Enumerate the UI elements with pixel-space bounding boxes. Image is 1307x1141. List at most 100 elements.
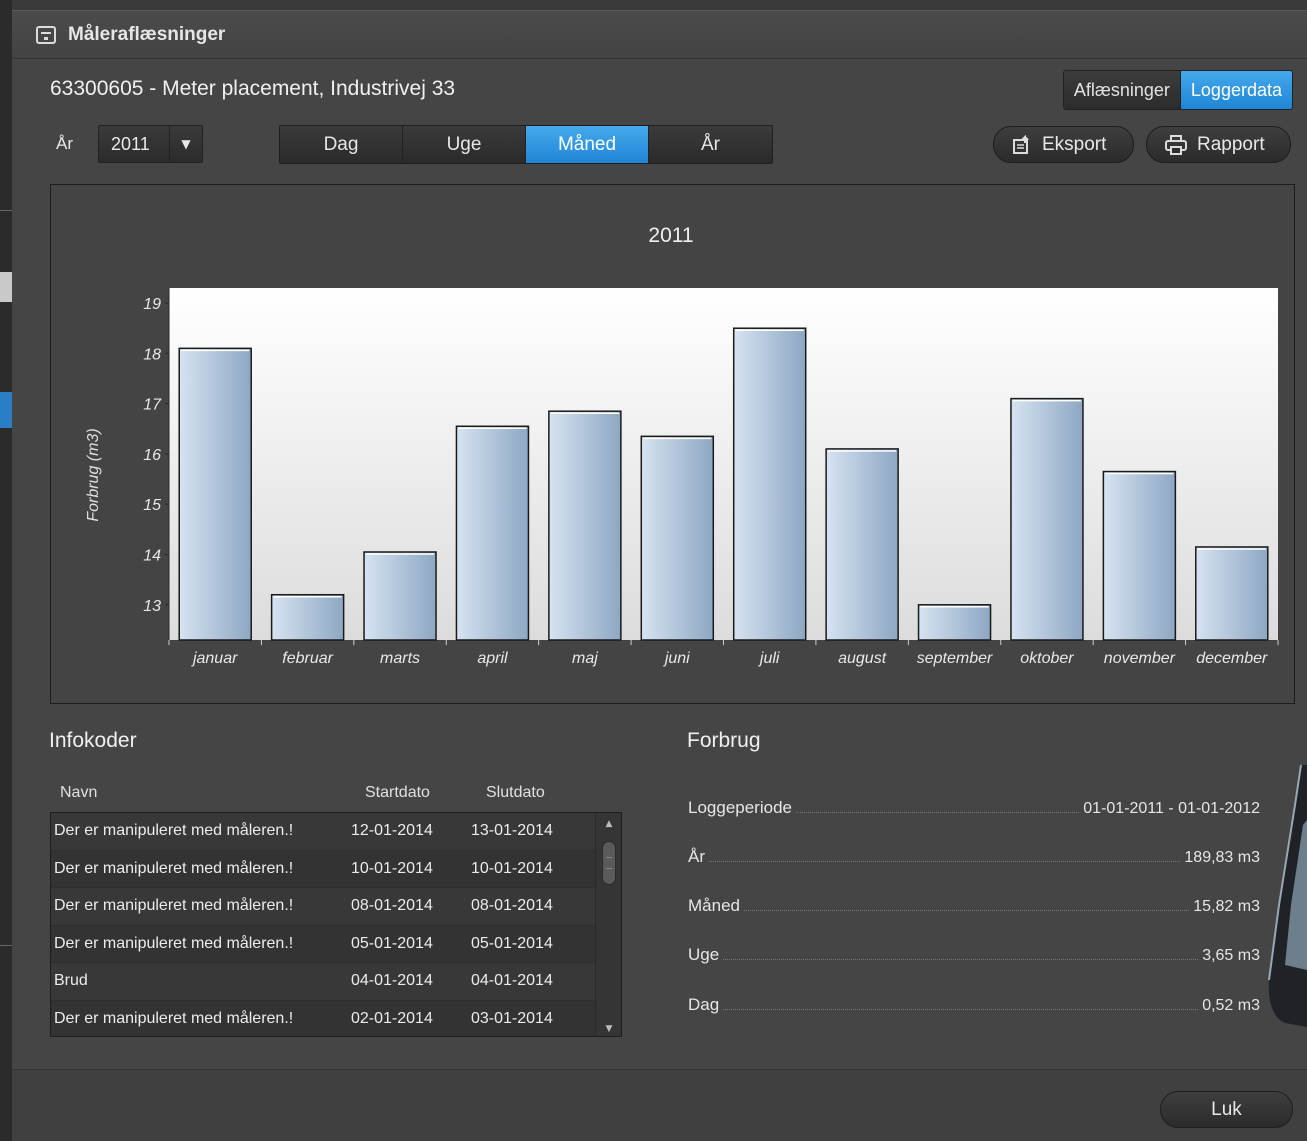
column-header-startdate[interactable]: Startdato [365, 784, 430, 802]
year-select-value: 2011 [111, 133, 150, 154]
cell-enddate: 03-01-2014 [471, 1009, 553, 1027]
table-scrollbar[interactable]: ▲ ▼ [595, 813, 621, 1036]
background-selected-item [0, 392, 12, 428]
background-item [0, 272, 12, 302]
forbrug-row-month: Måned 15,82 m3 [688, 890, 1260, 916]
forbrug-row-week: Uge 3,65 m3 [688, 939, 1260, 965]
tab-month[interactable]: Måned [526, 126, 649, 163]
forbrug-label: Dag [688, 995, 720, 1014]
column-header-enddate[interactable]: Slutdato [486, 784, 545, 802]
bar-april[interactable] [455, 425, 530, 641]
cell-name: Der er manipuleret med måleren.! [54, 934, 294, 952]
title-bar: Måleraflæsninger [12, 11, 1307, 59]
view-toggle: Aflæsninger Loggerdata [1062, 70, 1293, 110]
forbrug-row-year: År 189,83 m3 [688, 841, 1260, 867]
x-tick-label-marts: marts [380, 650, 420, 667]
table-row[interactable]: Der er manipuleret med måleren.! 08-01-2… [51, 888, 621, 926]
leader-dots [723, 959, 1199, 960]
leader-dots [743, 910, 1190, 911]
cell-startdate: 05-01-2014 [351, 934, 433, 952]
x-tick-label-november: november [1104, 650, 1176, 667]
cell-enddate: 05-01-2014 [471, 934, 553, 952]
forbrug-value: 0,52 m3 [1202, 997, 1260, 1014]
background-divider [0, 945, 12, 946]
infokoder-title: Infokoder [49, 729, 137, 752]
loggerdata-toggle-button[interactable]: Loggerdata [1180, 71, 1292, 109]
bar-oktober[interactable] [1010, 397, 1084, 641]
cell-startdate: 02-01-2014 [351, 1009, 433, 1027]
scrollbar-thumb[interactable] [602, 841, 616, 885]
chevron-down-icon[interactable]: ▼ [169, 126, 202, 162]
bar-august[interactable] [825, 448, 899, 641]
y-tick-label: 19 [143, 296, 161, 313]
readings-toggle-button[interactable]: Aflæsninger [1063, 71, 1181, 109]
table-row[interactable]: Brud 04-01-2014 04-01-2014 [51, 963, 621, 1001]
cell-name: Der er manipuleret med måleren.! [54, 897, 294, 915]
table-row[interactable]: Der er manipuleret med måleren.! 10-01-2… [51, 850, 621, 888]
tab-day[interactable]: Dag [280, 126, 403, 163]
table-row[interactable]: Der er manipuleret med måleren.! 12-01-2… [51, 813, 621, 851]
forbrug-label: Måned [688, 896, 740, 915]
x-tick-label-august: august [838, 650, 887, 667]
forbrug-label: Uge [688, 945, 720, 964]
year-label: År [56, 134, 73, 153]
printer-icon [1165, 134, 1187, 155]
period-tabs: Dag Uge Måned År [279, 125, 773, 164]
forbrug-row-logperiod: Loggeperiode 01-01-2011 - 01-01-2012 [688, 792, 1260, 818]
year-select[interactable]: 2011 ▼ [98, 125, 203, 163]
scroll-up-icon[interactable]: ▲ [596, 819, 621, 829]
y-tick-label: 15 [143, 497, 161, 514]
cell-enddate: 13-01-2014 [471, 822, 553, 840]
report-label: Rapport [1197, 133, 1265, 155]
cell-enddate: 04-01-2014 [471, 972, 553, 990]
meter-title: 63300605 - Meter placement, Industrivej … [50, 77, 456, 100]
table-row[interactable]: Der er manipuleret med måleren.! 02-01-2… [51, 1000, 621, 1036]
x-tick-label-april: april [477, 650, 508, 667]
column-header-name[interactable]: Navn [60, 784, 97, 802]
bar-september[interactable] [917, 604, 992, 641]
cell-name: Brud [54, 972, 88, 990]
chart-canvas: 2011 Forbrug (m3) 13 14 15 16 17 18 19 januar f… [85, 224, 1279, 667]
x-tick-label-januar: januar [191, 650, 238, 667]
scroll-down-icon[interactable]: ▼ [596, 1024, 621, 1034]
consumption-chart: 2011 Forbrug (m3) 13 14 15 16 17 18 19 januar f… [50, 184, 1295, 704]
forbrug-value: 01-01-2011 - 01-01-2012 [1083, 800, 1260, 817]
table-row[interactable]: Der er manipuleret med måleren.! 05-01-2… [51, 925, 621, 963]
bar-januar[interactable] [178, 347, 252, 641]
x-tick-label-juli: juli [758, 650, 780, 667]
background-device-image [1268, 765, 1307, 1027]
bar-februar[interactable] [270, 593, 345, 641]
cell-name: Der er manipuleret med måleren.! [54, 822, 294, 840]
bar-marts[interactable] [363, 551, 437, 641]
tab-week[interactable]: Uge [403, 126, 526, 163]
export-button[interactable]: Eksport [993, 126, 1134, 163]
forbrug-title: Forbrug [687, 729, 761, 752]
bar-juni[interactable] [640, 435, 715, 641]
y-tick-label: 16 [143, 447, 161, 464]
bar-maj[interactable] [548, 410, 622, 641]
forbrug-label: Loggeperiode [688, 798, 792, 817]
chart-title: 2011 [648, 224, 693, 247]
window-title: Måleraflæsninger [68, 23, 226, 45]
window-icon [36, 25, 56, 44]
forbrug-value: 189,83 m3 [1184, 849, 1260, 866]
bar-juli[interactable] [732, 327, 807, 641]
close-button[interactable]: Luk [1160, 1091, 1293, 1128]
y-tick-label: 17 [143, 397, 162, 414]
cell-enddate: 10-01-2014 [471, 859, 553, 877]
cell-enddate: 08-01-2014 [471, 897, 553, 915]
cell-startdate: 08-01-2014 [351, 897, 433, 915]
background-app-strip [0, 0, 12, 1141]
bar-november[interactable] [1102, 470, 1177, 641]
tab-year[interactable]: År [649, 126, 772, 163]
export-label: Eksport [1042, 133, 1107, 155]
bar-december[interactable] [1195, 546, 1269, 641]
x-tick-label-juni: juni [663, 650, 690, 667]
report-button[interactable]: Rapport [1146, 126, 1291, 163]
x-tick-label-oktober: oktober [1020, 650, 1074, 667]
background-divider [0, 210, 12, 211]
y-tick-label: 13 [143, 598, 161, 615]
leader-dots [709, 861, 1181, 862]
x-tick-label-maj: maj [572, 650, 598, 667]
y-tick-label: 18 [143, 346, 161, 363]
